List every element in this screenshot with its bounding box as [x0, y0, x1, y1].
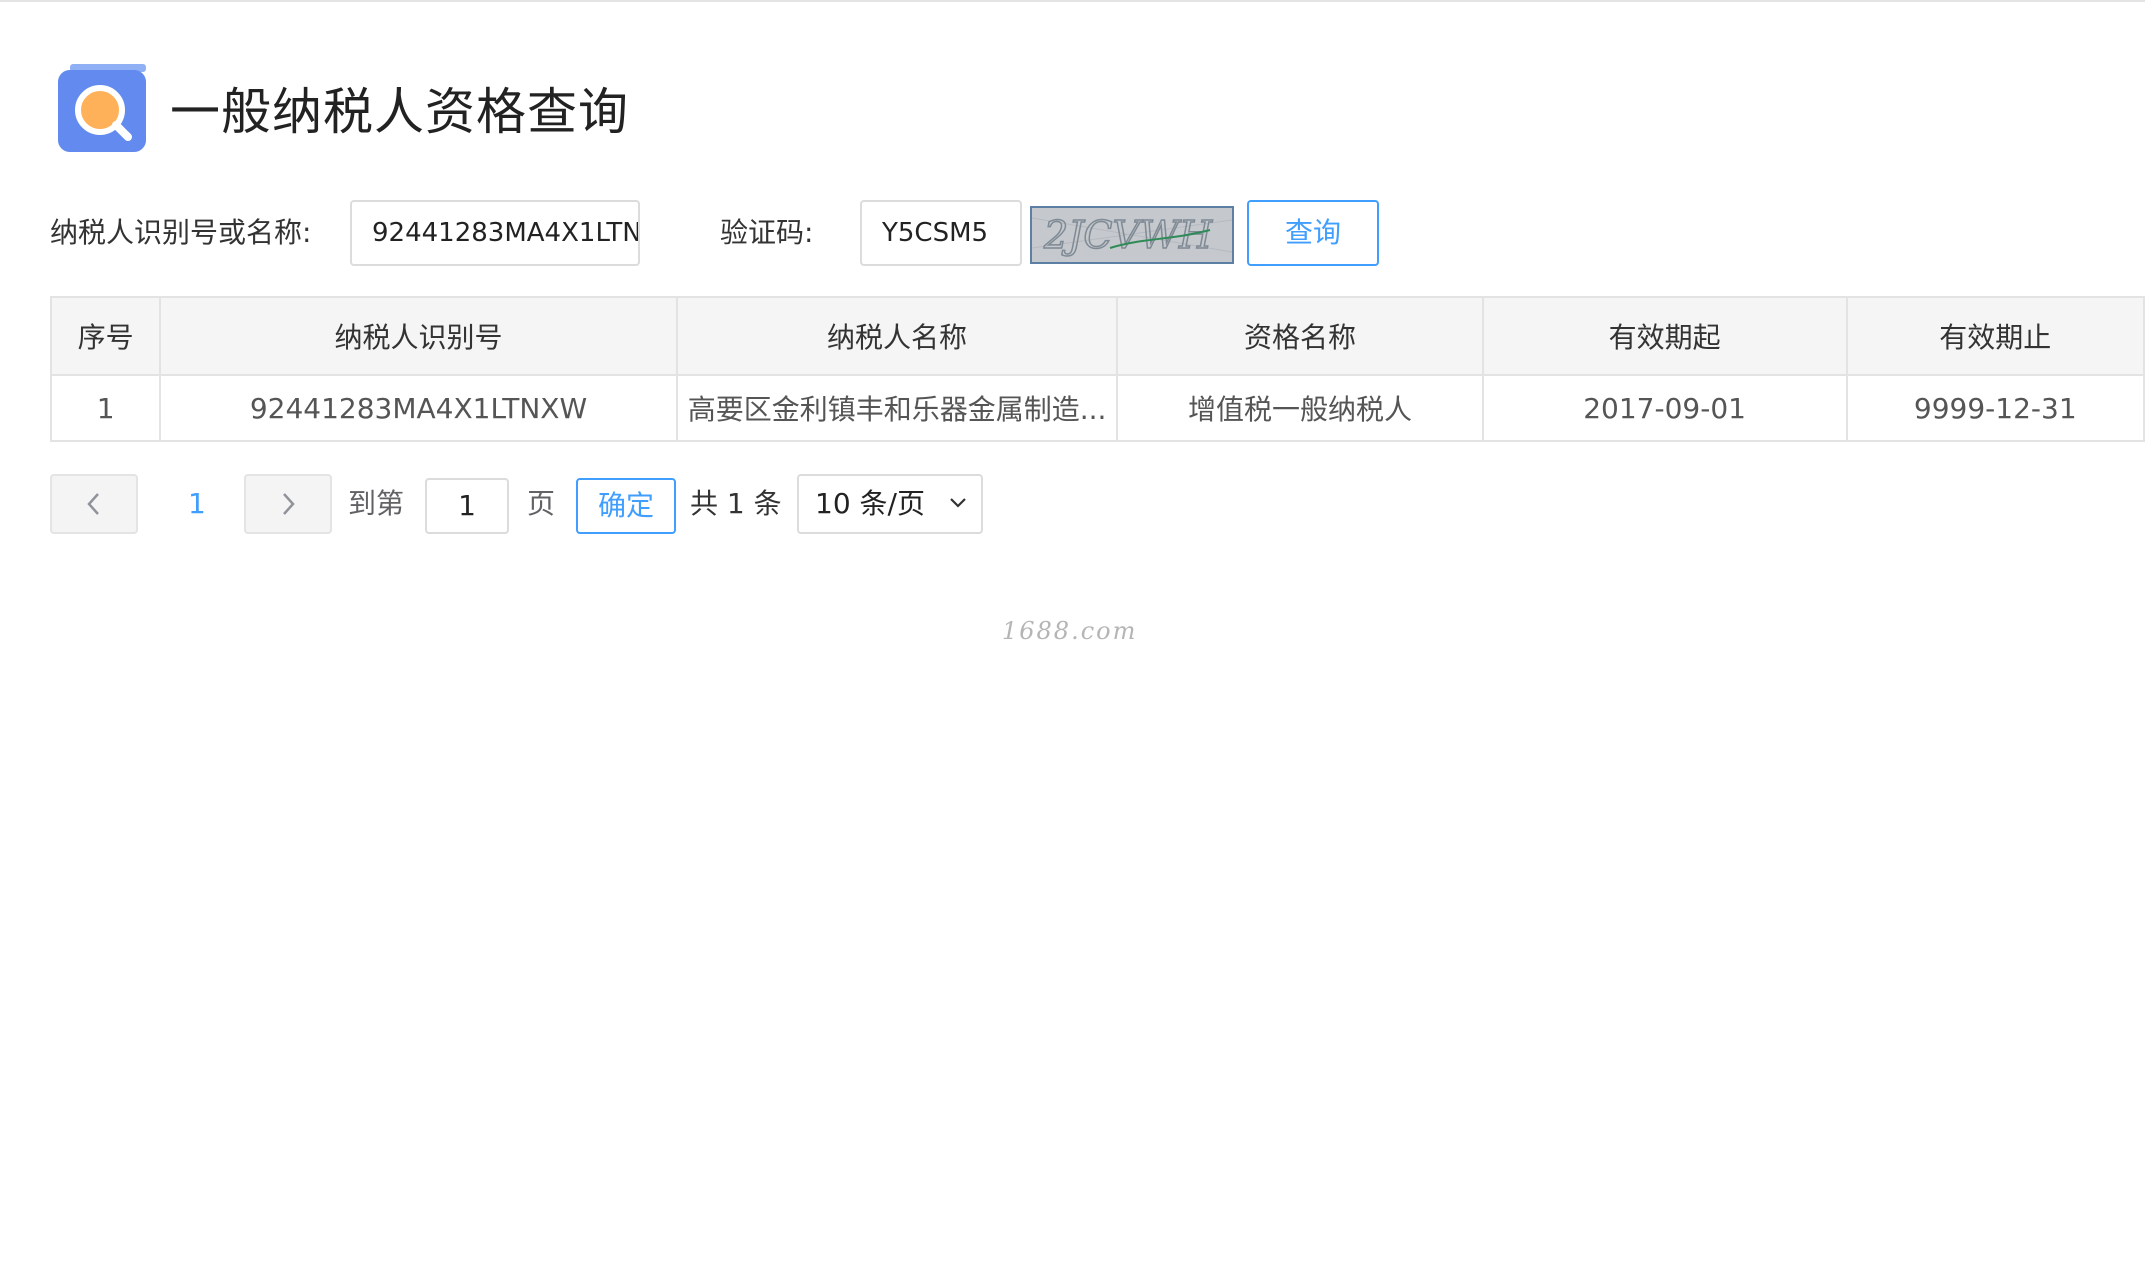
col-header-valid-from: 有效期起 — [1481, 296, 1848, 376]
chevron-right-icon — [283, 493, 295, 515]
search-magnifier-icon — [56, 62, 148, 154]
page-size-select[interactable]: 10 条/页 — [797, 474, 983, 534]
taxpayer-input[interactable]: 92441283MA4X1LTNXW — [350, 200, 640, 266]
results-table: 序号 纳税人识别号 纳税人名称 资格名称 有效期起 有效期止 1 9244128… — [49, 296, 2145, 442]
cell-taxpayer-name: 高要区金利镇丰和乐器金属制造... — [675, 374, 1119, 442]
cell-taxpayer-id: 92441283MA4X1LTNXW — [159, 374, 678, 442]
table-header-row: 序号 纳税人识别号 纳税人名称 资格名称 有效期起 有效期止 — [49, 296, 2145, 376]
col-header-taxpayer-name: 纳税人名称 — [675, 296, 1119, 376]
cell-index: 1 — [49, 374, 162, 442]
page-title: 一般纳税人资格查询 — [170, 83, 629, 141]
col-header-index: 序号 — [49, 296, 162, 376]
top-divider — [0, 0, 2145, 2]
query-button[interactable]: 查询 — [1247, 200, 1379, 266]
pagination: 1 到第 1 页 确定 共 1 条 10 条/页 — [50, 474, 1050, 534]
search-form: 纳税人识别号或名称: 92441283MA4X1LTNXW 验证码: Y5CSM… — [50, 200, 1450, 266]
page-header: 一般纳税人资格查询 — [56, 62, 629, 154]
captcha-image[interactable]: 2JCVWH — [1030, 206, 1234, 264]
table-row: 1 92441283MA4X1LTNXW 高要区金利镇丰和乐器金属制造... 增… — [49, 374, 2145, 442]
cell-valid-to: 9999-12-31 — [1845, 374, 2145, 442]
chevron-left-icon — [87, 493, 99, 515]
col-header-taxpayer-id: 纳税人识别号 — [159, 296, 678, 376]
col-header-valid-to: 有效期止 — [1845, 296, 2145, 376]
goto-label: 到第 — [348, 487, 405, 520]
chevron-down-icon — [950, 498, 966, 508]
captcha-input[interactable]: Y5CSM5 — [860, 200, 1022, 266]
cell-valid-from: 2017-09-01 — [1481, 374, 1848, 442]
cell-qualification: 增值税一般纳税人 — [1116, 374, 1484, 442]
captcha-label: 验证码: — [720, 216, 814, 249]
prev-page-button[interactable] — [50, 474, 138, 534]
goto-confirm-button[interactable]: 确定 — [576, 478, 676, 534]
page-size-value: 10 条/页 — [815, 487, 925, 520]
page-unit-label: 页 — [527, 487, 556, 520]
col-header-qualification: 资格名称 — [1116, 296, 1484, 376]
goto-page-input[interactable]: 1 — [425, 478, 509, 534]
total-count: 共 1 条 — [690, 487, 782, 520]
watermark: 1688.com — [1002, 617, 1138, 645]
current-page[interactable]: 1 — [188, 474, 206, 534]
taxpayer-label: 纳税人识别号或名称: — [50, 216, 312, 249]
next-page-button[interactable] — [244, 474, 332, 534]
